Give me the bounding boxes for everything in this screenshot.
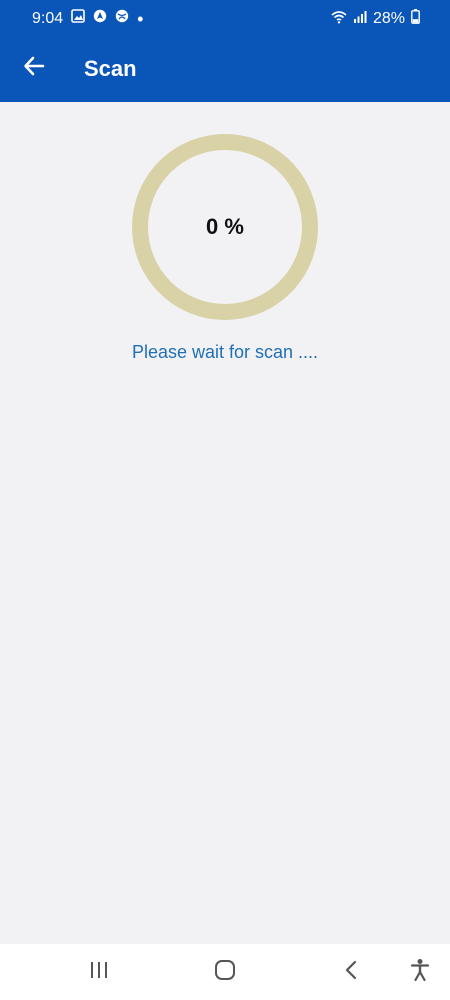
- accessibility-icon: [409, 958, 431, 987]
- notification-dot-icon: •: [137, 8, 144, 29]
- top-bar: 9:04 • 28% Scan: [0, 0, 450, 102]
- scan-progress-percent: 0 %: [206, 214, 244, 239]
- arrow-left-icon: [23, 55, 45, 82]
- wifi-icon: [331, 10, 347, 29]
- navigation-icon: [93, 9, 107, 28]
- status-right: 28%: [331, 9, 420, 29]
- status-bar: 9:04 • 28%: [0, 0, 450, 36]
- battery-icon: [411, 9, 420, 29]
- page-title: Scan: [84, 56, 137, 81]
- gallery-icon: [71, 9, 85, 28]
- scan-content: 0 % Please wait for scan ....: [0, 102, 450, 944]
- recent-apps-icon: [89, 961, 109, 984]
- system-back-button[interactable]: [334, 958, 368, 986]
- accessibility-button[interactable]: [403, 958, 437, 986]
- back-icon: [343, 959, 359, 986]
- back-button[interactable]: [18, 52, 50, 84]
- status-left: 9:04 •: [32, 9, 143, 28]
- status-time: 9:04: [32, 9, 64, 27]
- recent-apps-button[interactable]: [82, 958, 116, 986]
- home-button[interactable]: [208, 958, 242, 986]
- scan-wait-message: Please wait for scan ....: [131, 342, 319, 362]
- battery-percent: 28%: [372, 10, 405, 27]
- home-icon: [214, 959, 236, 986]
- system-nav-bar: [0, 944, 450, 1000]
- app-bar: Scan: [0, 36, 450, 102]
- signal-icon: [353, 10, 367, 29]
- browser-icon: [115, 9, 129, 28]
